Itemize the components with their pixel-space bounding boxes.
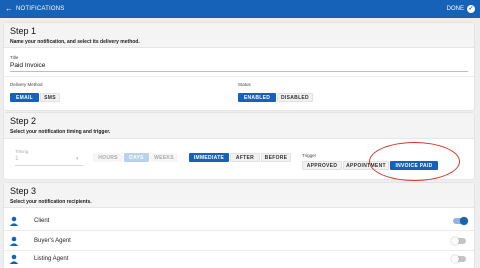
- toggle-knob: [451, 237, 459, 245]
- toggle-knob: [451, 255, 459, 263]
- step-3-card: Step 3 Select your notification recipien…: [4, 183, 474, 268]
- recipient-name: Client: [34, 218, 50, 224]
- title-field-label: Title: [10, 55, 19, 60]
- status-enabled-button[interactable]: ENABLED: [238, 93, 276, 102]
- person-icon: [9, 236, 19, 246]
- timing-immediate-button[interactable]: IMMEDIATE: [189, 153, 229, 162]
- step-1-header: Step 1 Name your notification, and selec…: [4, 23, 474, 48]
- recipient-toggle-listing-agent[interactable]: [451, 255, 466, 263]
- timing-underline: [15, 165, 83, 166]
- title-input-underline: [10, 71, 468, 72]
- trigger-appointment-button[interactable]: APPOINTMENT: [343, 161, 389, 170]
- step-2-card: Step 2 Select your notification timing a…: [4, 113, 474, 179]
- step-3-header: Step 3 Select your notification recipien…: [4, 183, 474, 208]
- unit-days-button[interactable]: DAYS: [124, 153, 149, 162]
- step-1-title: Step 1: [10, 26, 37, 36]
- page-title: NOTIFICATIONS: [16, 6, 65, 12]
- unit-hours-button[interactable]: HOURS: [93, 153, 123, 162]
- step-2-title: Step 2: [10, 116, 37, 126]
- timing-before-button[interactable]: BEFORE: [261, 153, 291, 162]
- status-disabled-button[interactable]: DISABLED: [277, 93, 313, 102]
- recipient-row-listing-agent: Listing Agent: [4, 250, 474, 268]
- delivery-sms-button[interactable]: SMS: [40, 93, 60, 102]
- recipient-row-buyers-agent: Buyer's Agent: [4, 232, 474, 250]
- timing-label: Timing: [15, 149, 29, 154]
- step-3-title: Step 3: [10, 186, 37, 196]
- recipient-toggle-buyers-agent[interactable]: [451, 237, 466, 245]
- trigger-label: Trigger: [302, 153, 317, 158]
- recipient-divider: [4, 230, 474, 231]
- step-1-description: Name your notification, and select its d…: [10, 39, 140, 45]
- recipient-name: Listing Agent: [34, 256, 69, 262]
- step-2-header: Step 2 Select your notification timing a…: [4, 113, 474, 139]
- step-1-card: Step 1 Name your notification, and selec…: [4, 23, 474, 110]
- unit-weeks-button[interactable]: WEEKS: [150, 153, 178, 162]
- person-icon: [9, 254, 19, 264]
- done-label: DONE: [446, 6, 464, 12]
- trigger-invoice-paid-button[interactable]: INVOICE PAID: [390, 161, 438, 170]
- title-input[interactable]: Paid Invoice: [10, 62, 45, 69]
- step-3-description: Select your notification recipients.: [10, 199, 92, 205]
- delivery-email-button[interactable]: EMAIL: [10, 93, 39, 102]
- step-2-description: Select your notification timing and trig…: [10, 129, 111, 135]
- top-app-bar: ← NOTIFICATIONS DONE ✓: [0, 0, 480, 18]
- check-circle-icon: ✓: [467, 5, 475, 13]
- toggle-knob: [460, 217, 468, 225]
- done-button[interactable]: DONE ✓: [447, 5, 475, 13]
- status-label: Status: [238, 82, 251, 87]
- step-1-divider: [4, 76, 474, 77]
- recipient-name: Buyer's Agent: [34, 238, 71, 244]
- arrow-left-icon[interactable]: ←: [5, 5, 13, 13]
- person-icon: [9, 216, 19, 226]
- recipient-row-client: Client: [4, 212, 474, 230]
- chevron-down-icon: ▾: [76, 156, 79, 162]
- timing-after-button[interactable]: AFTER: [230, 153, 260, 162]
- timing-select[interactable]: 1: [15, 155, 19, 162]
- trigger-approved-button[interactable]: APPROVED: [302, 161, 342, 170]
- recipient-toggle-client[interactable]: [453, 217, 468, 225]
- delivery-method-label: Delivery Method: [10, 82, 43, 87]
